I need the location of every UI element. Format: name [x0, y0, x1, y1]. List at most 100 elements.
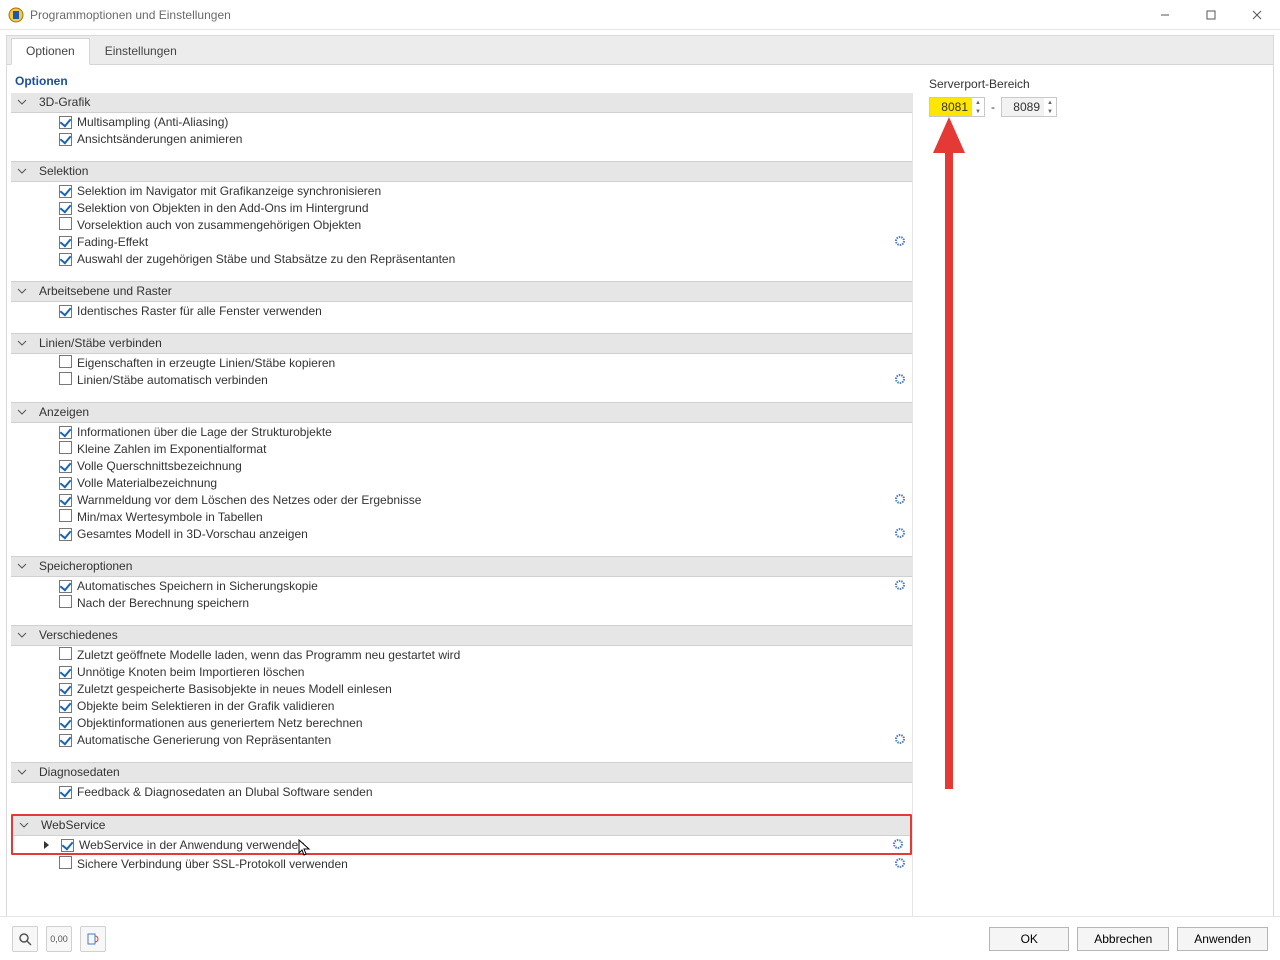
option-reload-models[interactable]: Zuletzt geöffnete Modelle laden, wenn da… [11, 646, 912, 663]
option-label: Selektion im Navigator mit Grafikanzeige… [77, 184, 381, 198]
ok-button[interactable]: OK [989, 927, 1069, 951]
option-label: Ansichtsänderungen animieren [77, 132, 242, 146]
checkbox-icon[interactable] [61, 839, 74, 852]
option-full-cs[interactable]: Volle Querschnittsbezeichnung [11, 457, 912, 474]
spin-down-icon[interactable]: ▼ [972, 107, 984, 116]
checkbox-icon[interactable] [59, 494, 72, 507]
cancel-button[interactable]: Abbrechen [1077, 927, 1169, 951]
checkbox-icon[interactable] [59, 460, 72, 473]
option-after-calc[interactable]: Nach der Berechnung speichern [11, 594, 912, 611]
checkbox-icon[interactable] [59, 355, 72, 368]
maximize-button[interactable] [1188, 0, 1234, 30]
checkbox-icon[interactable] [59, 700, 72, 713]
spin-up-icon[interactable]: ▲ [972, 98, 984, 107]
section-selektion[interactable]: Selektion [11, 161, 912, 182]
checkbox-icon[interactable] [59, 305, 72, 318]
option-del-nodes[interactable]: Unnötige Knoten beim Importieren löschen [11, 663, 912, 680]
tab-settings[interactable]: Einstellungen [90, 38, 192, 64]
gear-icon[interactable] [894, 733, 906, 748]
option-addon-bg[interactable]: Selektion von Objekten in den Add-Ons im… [11, 199, 912, 216]
option-validate-sel[interactable]: Objekte beim Selektieren in der Grafik v… [11, 697, 912, 714]
option-identical-grid[interactable]: Identisches Raster für alle Fenster verw… [11, 302, 912, 319]
option-autosave[interactable]: Automatisches Speichern in Sicherungskop… [11, 577, 912, 594]
gear-icon[interactable] [894, 493, 906, 508]
app-icon [8, 7, 24, 23]
option-copy-props[interactable]: Eigenschaften in erzeugte Linien/Stäbe k… [11, 354, 912, 371]
option-small-exp[interactable]: Kleine Zahlen im Exponentialformat [11, 440, 912, 457]
option-auto-connect[interactable]: Linien/Stäbe automatisch verbinden [11, 371, 912, 388]
gear-icon[interactable] [894, 579, 906, 594]
option-feedback[interactable]: Feedback & Diagnosedaten an Dlubal Softw… [11, 783, 912, 800]
checkbox-icon[interactable] [59, 372, 72, 385]
gear-icon[interactable] [894, 527, 906, 542]
spin-down-icon[interactable]: ▼ [1044, 107, 1056, 116]
checkbox-icon[interactable] [59, 217, 72, 230]
checkbox-icon[interactable] [59, 580, 72, 593]
section-verschiedenes[interactable]: Verschiedenes [11, 625, 912, 646]
gear-icon[interactable] [892, 838, 904, 853]
checkbox-icon[interactable] [59, 426, 72, 439]
units-icon[interactable]: 0,00 [46, 926, 72, 952]
option-view-anim[interactable]: Ansichtsänderungen animieren [11, 130, 912, 147]
chevron-down-icon [17, 165, 27, 179]
checkbox-icon[interactable] [59, 509, 72, 522]
option-repr-select[interactable]: Auswahl der zugehörigen Stäbe und Stabsä… [11, 250, 912, 267]
checkbox-icon[interactable] [59, 441, 72, 454]
help-icon[interactable] [12, 926, 38, 952]
option-reload-base[interactable]: Zuletzt gespeicherte Basisobjekte in neu… [11, 680, 912, 697]
checkbox-icon[interactable] [59, 253, 72, 266]
port-to-input[interactable]: 8089 ▲▼ [1001, 97, 1057, 117]
checkbox-icon[interactable] [59, 647, 72, 660]
checkbox-icon[interactable] [59, 734, 72, 747]
option-sync-nav[interactable]: Selektion im Navigator mit Grafikanzeige… [11, 182, 912, 199]
checkbox-icon[interactable] [59, 786, 72, 799]
checkbox-icon[interactable] [59, 185, 72, 198]
checkbox-icon[interactable] [59, 595, 72, 608]
option-preselection[interactable]: Vorselektion auch von zusammengehörigen … [11, 216, 912, 233]
option-minmax[interactable]: Min/max Wertesymbole in Tabellen [11, 508, 912, 525]
option-use-webservice[interactable]: WebService in der Anwendung verwenden [13, 836, 910, 853]
checkbox-icon[interactable] [59, 133, 72, 146]
section-label: Anzeigen [39, 405, 89, 419]
minimize-button[interactable] [1142, 0, 1188, 30]
option-label: Informationen über die Lage der Struktur… [77, 425, 332, 439]
close-button[interactable] [1234, 0, 1280, 30]
option-auto-repr[interactable]: Automatische Generierung von Repräsentan… [11, 731, 912, 748]
tab-options[interactable]: Optionen [11, 38, 90, 65]
gear-icon[interactable] [894, 235, 906, 250]
section-diagnose[interactable]: Diagnosedaten [11, 762, 912, 783]
option-full-mat[interactable]: Volle Materialbezeichnung [11, 474, 912, 491]
checkbox-icon[interactable] [59, 477, 72, 490]
checkbox-icon[interactable] [59, 236, 72, 249]
option-label: Sichere Verbindung über SSL-Protokoll ve… [77, 857, 348, 871]
option-ssl[interactable]: Sichere Verbindung über SSL-Protokoll ve… [11, 855, 912, 872]
port-to-value[interactable]: 8089 [1002, 98, 1044, 116]
option-full-3d[interactable]: Gesamtes Modell in 3D-Vorschau anzeigen [11, 525, 912, 542]
gear-icon[interactable] [894, 373, 906, 388]
port-from-value[interactable]: 8081 [930, 98, 972, 116]
option-info-struct[interactable]: Informationen über die Lage der Struktur… [11, 423, 912, 440]
spin-up-icon[interactable]: ▲ [1044, 98, 1056, 107]
checkbox-icon[interactable] [59, 717, 72, 730]
section-3d-grafik[interactable]: 3D-Grafik [11, 93, 912, 113]
section-speicher[interactable]: Speicheroptionen [11, 556, 912, 577]
section-linien[interactable]: Linien/Stäbe verbinden [11, 333, 912, 354]
section-arbeitsebene[interactable]: Arbeitsebene und Raster [11, 281, 912, 302]
reset-icon[interactable] [80, 926, 106, 952]
gear-icon[interactable] [894, 857, 906, 872]
options-tree[interactable]: 3D-Grafik Multisampling (Anti-Aliasing) … [11, 93, 913, 928]
checkbox-icon[interactable] [59, 683, 72, 696]
option-fading[interactable]: Fading-Effekt [11, 233, 912, 250]
checkbox-icon[interactable] [59, 528, 72, 541]
option-warn-delete[interactable]: Warnmeldung vor dem Löschen des Netzes o… [11, 491, 912, 508]
section-anzeigen[interactable]: Anzeigen [11, 402, 912, 423]
checkbox-icon[interactable] [59, 202, 72, 215]
option-multisampling[interactable]: Multisampling (Anti-Aliasing) [11, 113, 912, 130]
port-from-input[interactable]: 8081 ▲▼ [929, 97, 985, 117]
checkbox-icon[interactable] [59, 666, 72, 679]
option-obj-info-mesh[interactable]: Objektinformationen aus generiertem Netz… [11, 714, 912, 731]
checkbox-icon[interactable] [59, 856, 72, 869]
apply-button[interactable]: Anwenden [1177, 927, 1268, 951]
checkbox-icon[interactable] [59, 116, 72, 129]
section-webservice[interactable]: WebService [13, 816, 910, 836]
